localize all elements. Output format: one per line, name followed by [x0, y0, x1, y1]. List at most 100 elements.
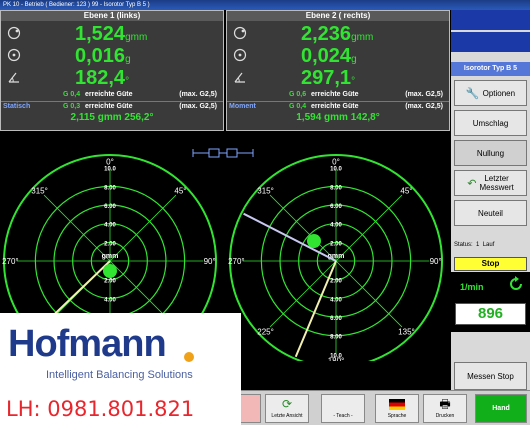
optionen-button[interactable]: 🔧 Optionen	[454, 80, 527, 106]
plane-1-angle-row: 182,4°	[1, 67, 223, 89]
optionen-label: Optionen	[482, 88, 516, 98]
ring-label: 2.00	[104, 279, 116, 285]
angle-label: 45°	[174, 187, 186, 196]
ring-label: 2.00	[104, 241, 116, 247]
plane-2-unbalance-row: 2,236gmm	[227, 23, 449, 45]
quality-grade: G 0,4	[289, 103, 307, 110]
unbalance-circle-icon	[7, 26, 21, 40]
ring-label: 2.00	[330, 279, 342, 285]
rotor-type-header: Isorotor Typ B 5	[451, 62, 530, 76]
plane-2-weight-row: 0,024g	[227, 45, 449, 67]
rpm-unit: 1/min	[460, 282, 484, 292]
sprache-label: Sprache	[387, 413, 407, 419]
plane-1-static-quality-row: G 0,3 erreichte Güte (max. G2,5)	[1, 102, 223, 112]
sprache-button[interactable]: Sprache	[375, 394, 419, 423]
umschlag-label: Umschlag	[472, 118, 509, 128]
messen-stop-button[interactable]: Messen Stop	[454, 362, 527, 390]
stop-indicator: Stop	[454, 257, 527, 271]
unbalance-small-circle-icon	[7, 48, 21, 62]
refresh-icon: ⟳	[281, 397, 293, 411]
plane-2-quality-row: G 0,6 erreichte Güte (max. G2,5)	[227, 90, 449, 100]
letzte-ansicht-button[interactable]: ⟳ Letzte Ansicht	[265, 394, 309, 423]
ring-label: 10.0	[330, 167, 342, 173]
neuteil-button[interactable]: Neuteil	[454, 200, 527, 226]
polar-spoke	[269, 260, 337, 328]
angle-label: 90°	[204, 257, 216, 266]
quality-max: (max. G2,5)	[405, 91, 443, 98]
nullung-button[interactable]: Nullung	[454, 140, 527, 166]
angle-label: 0°	[332, 157, 340, 166]
plane-1-header: Ebene 1 (links)	[1, 11, 223, 21]
angle-icon	[234, 72, 245, 83]
drucken-label: Drucken	[435, 413, 455, 419]
quality-grade: G 0,3	[63, 103, 81, 110]
ring-label: 8.00	[104, 185, 116, 191]
panel-strip	[451, 10, 530, 30]
letzter-messwert-button[interactable]: ↶ Letzter Messwert	[454, 170, 527, 196]
unbalance-circle-icon	[233, 26, 247, 40]
polar-unit: gmm	[102, 253, 119, 260]
polar-spoke	[335, 260, 403, 328]
polar-plot-right: 10.08.006.004.002.002.004.006.008.0010.0…	[228, 154, 443, 361]
angle-label: 0°	[106, 157, 114, 166]
angle-label: 315°	[257, 187, 274, 196]
hand-button[interactable]: Hand	[475, 394, 527, 423]
brand-logo: Hofmann	[8, 323, 167, 365]
letzte-ansicht-label: Letzte Ansicht	[271, 413, 303, 419]
ring-label: 6.00	[330, 316, 342, 322]
side-panel: Isorotor Typ B 5 🔧 Optionen Umschlag Null…	[451, 10, 530, 390]
undo-arrow-icon: ↶	[467, 177, 477, 190]
teach-spacer	[322, 395, 364, 413]
moment-value: 1,594 gmm 142,8°	[296, 112, 380, 123]
letzter-label: Letzter Messwert	[479, 174, 513, 192]
plane-1-panel: Ebene 1 (links) 1,524gmm 0,016g 182,4° G…	[0, 10, 224, 131]
bottom-toolbar: ⟳ Letzte Ansicht - Teach - Sprache 🖶 Druck…	[239, 390, 530, 425]
angle-label: 135°	[398, 327, 415, 336]
status-row: Status: 1 Lauf	[454, 242, 494, 248]
plane-1-quality-row: G 0,4 erreichte Güte (max. G2,5)	[1, 90, 223, 100]
angle-label: 225°	[257, 327, 274, 336]
unbalance-marker	[307, 234, 321, 248]
ring-label: 8.00	[330, 185, 342, 191]
umschlag-button[interactable]: Umschlag	[454, 110, 527, 136]
rpm-value: 896	[455, 303, 526, 325]
drucken-button[interactable]: 🖶 Drucken	[423, 394, 467, 423]
quality-text: erreichte Güte	[85, 91, 133, 98]
rpm-area: 1/min 896	[451, 272, 530, 332]
panel-strip	[451, 32, 530, 52]
brand-tagline: Intelligent Balancing Solutions	[46, 369, 193, 381]
polar-spoke	[109, 194, 177, 262]
quality-grade: G 0,4	[63, 91, 81, 98]
quality-text: erreichte Güte	[311, 103, 359, 110]
plane-2-moment-quality-row: G 0,4 erreichte Güte (max. G2,5)	[227, 102, 449, 112]
teach-label: - Teach -	[333, 413, 353, 419]
quality-grade: G 0,6	[289, 91, 307, 98]
rotation-icon	[510, 276, 522, 290]
messen-stop-label: Messen Stop	[467, 371, 514, 381]
status-state: Lauf	[482, 242, 495, 248]
quality-max: (max. G2,5)	[405, 103, 443, 110]
hotline-text: LH: 0981.801.821	[6, 397, 195, 421]
angle-label: 45°	[400, 187, 412, 196]
ring-label: 4.00	[104, 297, 116, 303]
polar-spoke	[269, 194, 337, 262]
plane-2-header: Ebene 2 ( rechts)	[227, 11, 449, 21]
window-title: PK 10 - Betrieb ( Bediener: 123 ) 99 - I…	[0, 0, 530, 10]
plane-2-panel: Ebene 2 ( rechts) 2,236gmm 0,024g 297,1°…	[226, 10, 450, 131]
status-label: Status:	[454, 242, 473, 248]
teach-button[interactable]: - Teach -	[321, 394, 365, 423]
angle-label: 270°	[228, 257, 245, 266]
ring-label: 6.00	[104, 204, 116, 210]
printer-icon: 🖶	[439, 397, 451, 411]
ring-label: 4.00	[330, 297, 342, 303]
angle-icon	[8, 72, 19, 83]
polar-spoke	[335, 194, 403, 262]
unbalance-vector	[243, 212, 337, 262]
angle-label: 315°	[31, 187, 48, 196]
status-count: 1	[476, 242, 480, 248]
ring-label: 4.00	[330, 223, 342, 229]
alarm-button[interactable]	[239, 394, 261, 423]
angle-label: 180°	[328, 357, 345, 361]
quality-text: erreichte Güte	[85, 103, 133, 110]
unbalance-marker	[103, 264, 117, 278]
